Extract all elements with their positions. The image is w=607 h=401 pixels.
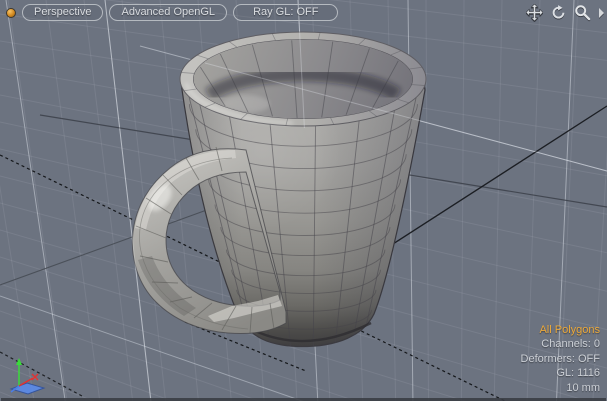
channels-label: Channels: 0 [521,337,600,352]
grid-size-label: 10 mm [521,381,600,396]
ray-gl-button[interactable]: Ray GL: OFF [233,4,338,21]
viewport-header: Perspective Advanced OpenGL Ray GL: OFF [0,4,338,21]
deformers-label: Deformers: OFF [521,352,600,367]
pan-icon[interactable] [526,4,543,21]
selection-mode-label: All Polygons [521,323,600,338]
zoom-icon[interactable] [574,4,591,21]
view-type-button[interactable]: Perspective [22,4,103,21]
rotate-icon[interactable] [550,4,567,21]
viewport-status: All Polygons Channels: 0 Deformers: OFF … [521,323,600,396]
viewport-options-dot-icon[interactable] [6,8,16,18]
workplane-axis-gizmo [3,356,49,398]
shading-mode-button[interactable]: Advanced OpenGL [109,4,227,21]
flyout-arrow-icon[interactable] [598,7,605,19]
gl-count-label: GL: 1116 [521,366,600,381]
viewport-nav-tools [526,4,605,21]
3d-viewport[interactable]: Perspective Advanced OpenGL Ray GL: OFF … [0,0,607,401]
viewport-3d-scene[interactable] [0,0,607,401]
